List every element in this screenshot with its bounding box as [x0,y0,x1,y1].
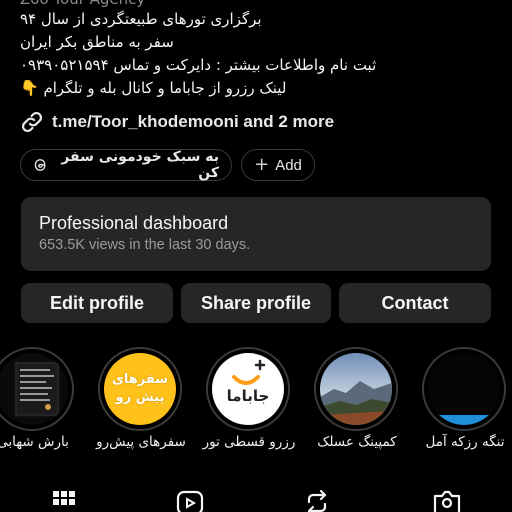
highlight-image: سفرهای پیش رو [104,353,176,425]
grid-icon[interactable] [52,490,76,512]
bio-line: لینک رزرو از جاباما و کانال بله و تلگرام… [20,79,287,97]
reels-icon[interactable] [176,490,204,512]
highlight-image: جاباما [212,353,284,425]
travel-chip[interactable]: به سبک خودمونی سفر کن [20,149,232,181]
highlight-image [428,353,500,425]
profile-tabs [0,482,512,512]
highlight-label: بارش شهابی [0,434,69,450]
tagged-icon[interactable] [432,490,462,512]
bio: برگزاری تورهای طبیعتگردی از سال ۹۴ سفر ب… [20,8,440,100]
highlight-label: سفرهای پیش‌رو [96,434,186,450]
bio-line: ثبت نام واطلاعات بیشتر : دایرکت و تماس ۰… [20,56,377,74]
highlight-label: تنگه رزکه آمل [425,434,505,450]
link-icon [21,111,43,133]
add-chip[interactable]: + Add [241,149,315,181]
bio-line: برگزاری تورهای طبیعتگردی از سال ۹۴ [20,10,262,28]
professional-dashboard[interactable]: Professional dashboard 653.5K views in t… [21,197,491,271]
edit-profile-button[interactable]: Edit profile [21,283,173,323]
highlight-label: کمپینگ عسلک [317,434,397,450]
dashboard-subtitle: 653.5K views in the last 30 days. [39,237,251,253]
highlight-label: رزرو قسطی تور [202,434,296,450]
share-profile-button[interactable]: Share profile [181,283,331,323]
reposts-icon[interactable] [303,490,331,512]
chip-label: Add [275,156,302,174]
dashboard-title: Professional dashboard [39,213,229,233]
mountain-photo [320,353,392,425]
plus-icon: + [254,154,270,175]
contact-button[interactable]: Contact [339,283,491,323]
story-highlights: بارش شهابی سفرهای پیش رو سفرهای پیش‌رو ج… [0,345,512,460]
bio-line: سفر به مناطق بکر ایران [20,33,174,51]
threads-icon [34,159,46,171]
link-text[interactable]: t.me/Toor_khodemooni and 2 more [52,112,334,132]
highlight-image [320,353,392,425]
highlight-badge-text: جاباما [226,387,270,405]
bio-link[interactable]: t.me/Toor_khodemooni and 2 more [20,110,334,134]
chip-label: به سبک خودمونی سفر کن [61,149,219,181]
category-label: Zoo Tour Agency [20,0,145,8]
highlight-badge-text: سفرهای پیش رو [111,372,168,405]
